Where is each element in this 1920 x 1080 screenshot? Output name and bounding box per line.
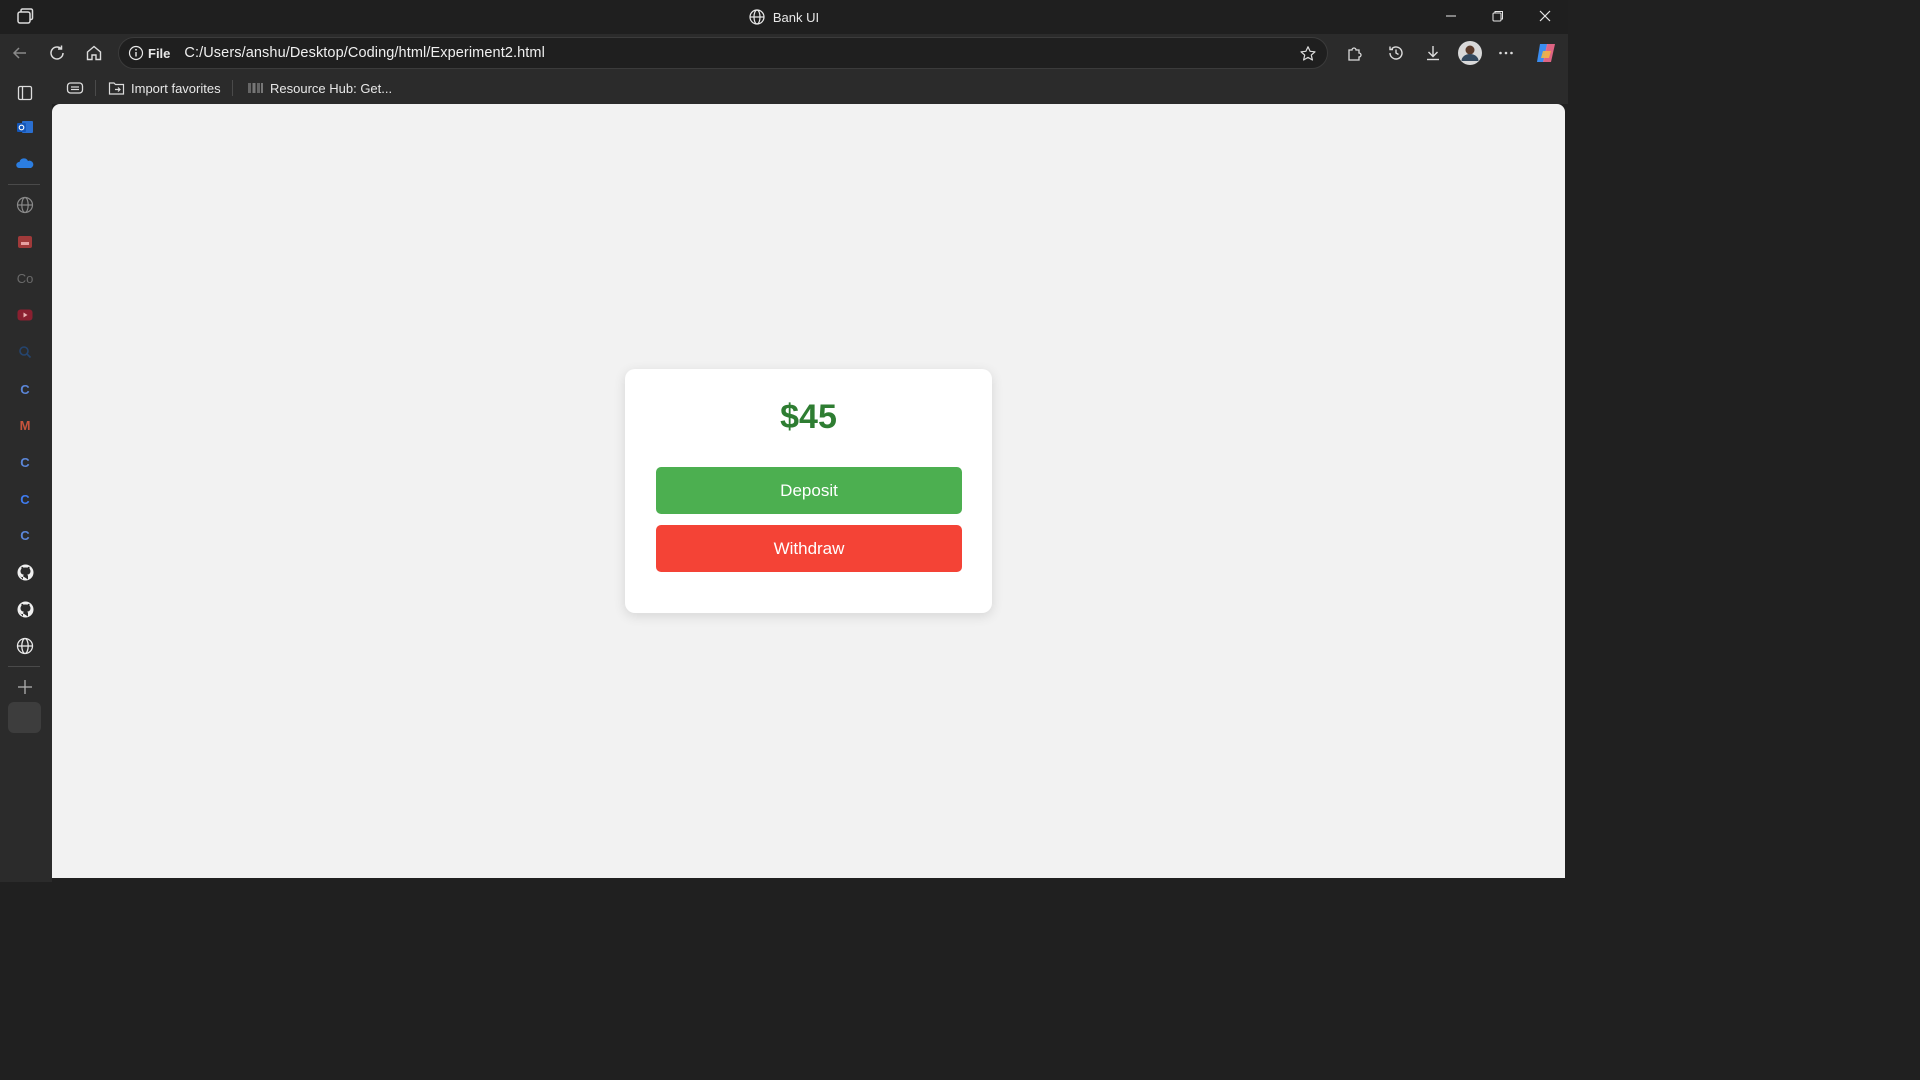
browser-toolbar: File C:/Users/anshu/Desktop/Coding/html/… xyxy=(0,34,1568,72)
tabs-icon[interactable] xyxy=(14,82,36,104)
refresh-icon[interactable] xyxy=(42,38,72,68)
github-icon[interactable] xyxy=(14,561,36,583)
resource-hub-icon xyxy=(247,82,264,94)
info-icon[interactable] xyxy=(128,45,144,61)
history-icon[interactable] xyxy=(1381,38,1411,68)
title-bar: Bank UI xyxy=(0,0,1568,34)
window-title: Bank UI xyxy=(0,0,1568,34)
sidebar-separator xyxy=(8,666,40,667)
youtube-icon[interactable] xyxy=(14,304,36,326)
import-icon xyxy=(108,80,125,96)
favorites-bar: Import favorites Resource Hub: Get... xyxy=(52,72,1568,104)
withdraw-button[interactable]: Withdraw xyxy=(656,525,962,572)
workspaces-icon[interactable] xyxy=(14,7,36,27)
sidebar-active-highlight xyxy=(8,702,41,733)
restore-icon[interactable] xyxy=(1474,0,1521,32)
app-icon[interactable] xyxy=(14,231,36,253)
extensions-icon[interactable] xyxy=(1340,38,1370,68)
favorites-item-resource-hub[interactable]: Resource Hub: Get... xyxy=(247,78,392,98)
onedrive-icon[interactable] xyxy=(14,153,36,175)
favorites-item-label: Import favorites xyxy=(131,80,221,96)
profile-avatar[interactable] xyxy=(1455,38,1485,68)
c-app-icon[interactable]: C xyxy=(14,488,36,510)
url-text[interactable]: C:/Users/anshu/Desktop/Coding/html/Exper… xyxy=(184,45,545,61)
search-icon[interactable] xyxy=(14,341,36,363)
c-app-icon[interactable]: C xyxy=(14,451,36,473)
minimize-icon[interactable] xyxy=(1427,0,1474,32)
sidebar-separator xyxy=(8,184,40,185)
sidebar: Co C M C C C xyxy=(0,72,52,882)
copilot-icon[interactable] xyxy=(1531,38,1561,68)
favorites-separator xyxy=(232,80,233,96)
close-icon[interactable] xyxy=(1521,0,1568,32)
scheme-label: File xyxy=(148,45,171,61)
bank-card: $45 Deposit Withdraw xyxy=(625,369,992,613)
balance-amount: $45 xyxy=(780,398,837,436)
favorites-item-import[interactable]: Import favorites xyxy=(108,78,221,98)
window-controls xyxy=(1427,0,1568,34)
c-app-icon[interactable]: C xyxy=(14,378,36,400)
globe-icon[interactable] xyxy=(14,635,36,657)
favorites-toggle-icon[interactable] xyxy=(66,78,84,98)
github-icon[interactable] xyxy=(14,598,36,620)
star-icon[interactable] xyxy=(1299,45,1317,63)
window-title-text: Bank UI xyxy=(772,9,820,25)
download-icon[interactable] xyxy=(1418,38,1448,68)
deposit-button[interactable]: Deposit xyxy=(656,467,962,514)
favorites-item-label: Resource Hub: Get... xyxy=(270,80,393,96)
globe-icon xyxy=(749,9,765,25)
back-arrow-icon[interactable] xyxy=(5,38,35,68)
gmail-icon[interactable]: M xyxy=(14,414,36,436)
favorites-separator xyxy=(95,80,96,96)
c-app-icon[interactable]: C xyxy=(14,524,36,546)
home-icon[interactable] xyxy=(79,38,109,68)
co-text-icon[interactable]: Co xyxy=(14,267,36,289)
outlook-icon[interactable] xyxy=(14,116,36,138)
globe-icon[interactable] xyxy=(14,194,36,216)
page-viewport: $45 Deposit Withdraw xyxy=(52,104,1565,878)
plus-icon[interactable] xyxy=(14,676,36,698)
address-bar[interactable]: File C:/Users/anshu/Desktop/Coding/html/… xyxy=(118,37,1328,69)
more-icon[interactable] xyxy=(1491,38,1521,68)
